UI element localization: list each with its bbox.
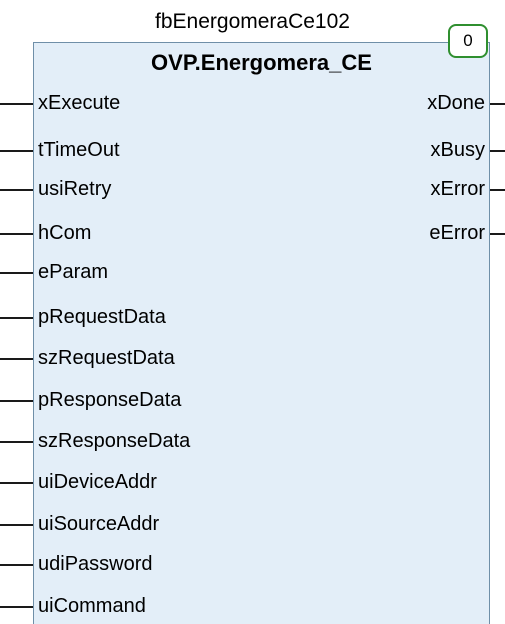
input-pin-label: szResponseData bbox=[38, 430, 191, 452]
output-wire bbox=[490, 103, 505, 105]
output-pin-xdone[interactable]: xDone bbox=[0, 88, 505, 118]
input-pin-label: pRequestData bbox=[38, 306, 166, 328]
output-wire bbox=[490, 233, 505, 235]
diagram-canvas: fbEnergomeraCe102 0 OVP.Energomera_CE xE… bbox=[0, 0, 505, 624]
input-pin-label: szRequestData bbox=[38, 347, 175, 369]
input-wire bbox=[0, 358, 33, 360]
output-pin-label: eError bbox=[429, 222, 485, 244]
output-pin-label: xBusy bbox=[430, 139, 485, 161]
input-wire bbox=[0, 524, 33, 526]
input-wire bbox=[0, 400, 33, 402]
input-pin-label: udiPassword bbox=[38, 553, 153, 575]
output-wire bbox=[490, 150, 505, 152]
output-pin-label: xDone bbox=[427, 92, 485, 114]
input-pin-label: uiDeviceAddr bbox=[38, 471, 157, 493]
output-pin-eerror[interactable]: eError bbox=[0, 218, 505, 248]
input-wire bbox=[0, 606, 33, 608]
output-wire bbox=[490, 189, 505, 191]
output-pin-xbusy[interactable]: xBusy bbox=[0, 135, 505, 165]
input-pin-label: uiCommand bbox=[38, 595, 146, 617]
input-wire bbox=[0, 272, 33, 274]
output-pin-xerror[interactable]: xError bbox=[0, 174, 505, 204]
input-wire bbox=[0, 317, 33, 319]
instance-name[interactable]: fbEnergomeraCe102 bbox=[0, 10, 505, 34]
input-wire bbox=[0, 441, 33, 443]
input-pin-label: eParam bbox=[38, 261, 109, 283]
input-pin-label: pResponseData bbox=[38, 389, 182, 411]
block-type-name: OVP.Energomera_CE bbox=[151, 50, 372, 75]
input-wire bbox=[0, 564, 33, 566]
output-pin-label: xError bbox=[430, 178, 485, 200]
input-wire bbox=[0, 482, 33, 484]
input-pin-label: uiSourceAddr bbox=[38, 513, 160, 535]
